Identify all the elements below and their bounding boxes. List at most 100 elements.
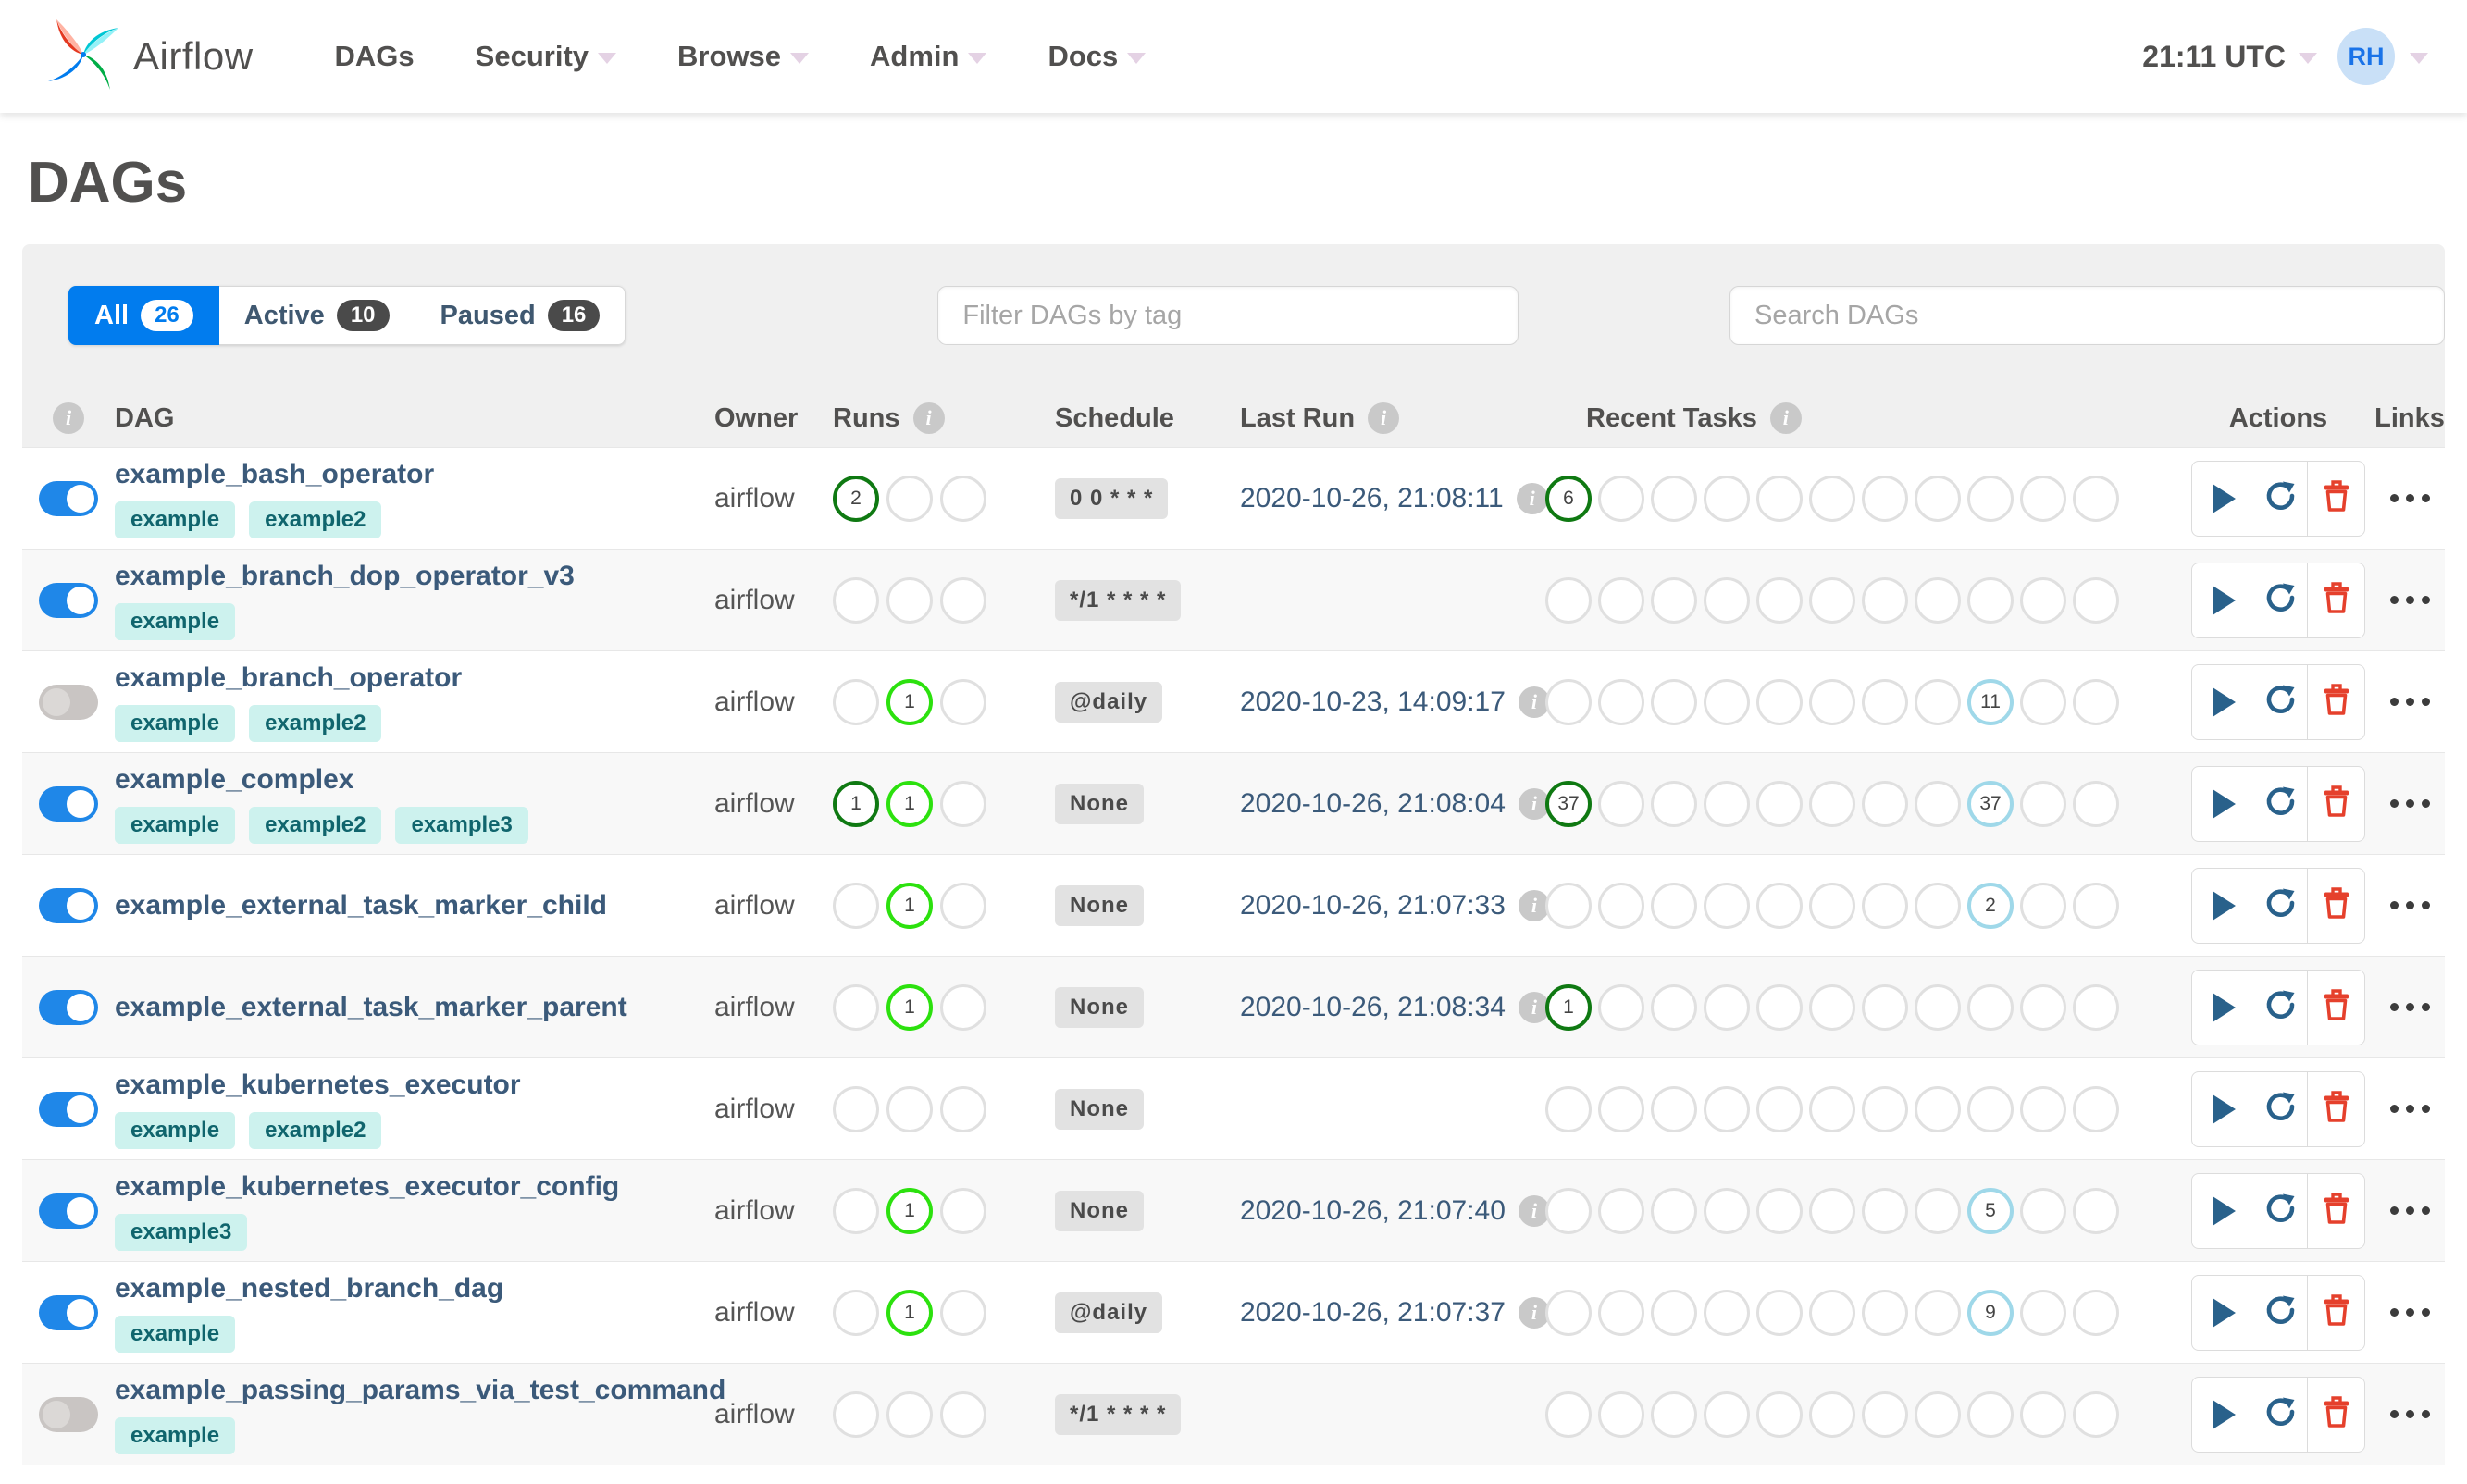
column-header-owner[interactable]: Owner [714,403,833,434]
run-circle-running[interactable]: 1 [886,1289,933,1336]
last-run-link[interactable]: 2020-10-26, 21:07:37 [1240,1297,1506,1329]
recent-task-circle-failed[interactable] [1651,1085,1697,1132]
column-header-dag[interactable]: DAG [115,403,714,434]
dag-tag[interactable]: example2 [249,1111,382,1149]
recent-task-circle-sensing[interactable] [2073,1391,2119,1438]
recent-task-circle-scheduled[interactable] [2020,882,2066,929]
recent-task-circle-scheduled[interactable] [2020,1187,2066,1234]
run-circle-failed[interactable] [940,882,986,929]
run-circle-failed[interactable] [940,983,986,1031]
recent-task-circle-scheduled[interactable] [2020,475,2066,522]
dag-tag[interactable]: example [115,704,236,742]
recent-task-circle-success[interactable] [1545,678,1592,725]
refresh-dag-button[interactable] [2250,868,2307,943]
recent-task-circle-sensing[interactable] [2073,780,2119,827]
refresh-dag-button[interactable] [2250,766,2307,841]
recent-task-circle-upstream_failed[interactable] [1704,576,1750,624]
dag-pause-toggle[interactable] [39,989,98,1025]
dag-pause-toggle[interactable] [39,1294,98,1330]
run-circle-failed[interactable] [940,1289,986,1336]
recent-task-circle-failed[interactable] [1651,475,1697,522]
recent-task-circle-sensing[interactable] [2073,576,2119,624]
delete-dag-button[interactable] [2307,1377,2364,1452]
recent-task-circle-none[interactable]: 5 [1967,1187,2014,1234]
dag-name-link[interactable]: example_complex [115,764,714,796]
clock-dropdown[interactable]: 21:11 UTC [2142,40,2317,74]
brand[interactable]: Airflow [48,16,254,98]
tag-filter-input[interactable] [937,286,1519,345]
schedule-badge[interactable]: */1 * * * * [1055,1393,1182,1435]
dag-name-link[interactable]: example_external_task_marker_parent [115,992,714,1023]
recent-task-circle-sensing[interactable] [2073,1085,2119,1132]
refresh-dag-button[interactable] [2250,461,2307,536]
recent-task-circle-skipped[interactable] [1756,475,1803,522]
recent-task-circle-up_for_reschedule[interactable] [1862,882,1908,929]
refresh-dag-button[interactable] [2250,664,2307,739]
dag-pause-toggle[interactable] [39,480,98,516]
recent-task-circle-queued[interactable] [1915,475,1961,522]
run-circle-running[interactable]: 1 [886,780,933,827]
dag-tag[interactable]: example [115,1416,236,1454]
recent-task-circle-none[interactable]: 2 [1967,882,2014,929]
links-menu-button[interactable] [2374,596,2445,604]
dag-tag[interactable]: example [115,1111,236,1149]
links-menu-button[interactable] [2374,494,2445,502]
dag-pause-toggle[interactable] [39,887,98,923]
dag-tag[interactable]: example [115,1315,236,1353]
last-run-link[interactable]: 2020-10-26, 21:08:04 [1240,788,1506,820]
recent-task-circle-scheduled[interactable] [2020,1289,2066,1336]
trigger-dag-button[interactable] [2192,1174,2250,1248]
run-circle-failed[interactable] [940,780,986,827]
column-header-schedule[interactable]: Schedule [1055,403,1240,434]
recent-task-circle-upstream_failed[interactable] [1704,475,1750,522]
dag-tag[interactable]: example [115,806,236,844]
run-circle-success[interactable] [833,1187,879,1234]
recent-task-circle-sensing[interactable] [2073,1289,2119,1336]
recent-task-circle-skipped[interactable] [1756,882,1803,929]
recent-task-circle-up_for_reschedule[interactable] [1862,475,1908,522]
user-menu[interactable]: RH [2337,28,2428,85]
run-circle-running[interactable]: 1 [886,678,933,725]
recent-task-circle-success[interactable] [1545,1187,1592,1234]
refresh-dag-button[interactable] [2250,1377,2307,1452]
recent-task-circle-success[interactable]: 37 [1545,780,1592,827]
run-circle-success[interactable] [833,983,879,1031]
run-circle-running[interactable] [886,1085,933,1132]
dag-pause-toggle[interactable] [39,1091,98,1127]
links-menu-button[interactable] [2374,698,2445,706]
recent-task-circle-queued[interactable] [1915,1289,1961,1336]
recent-task-circle-queued[interactable] [1915,576,1961,624]
recent-task-circle-upstream_failed[interactable] [1704,780,1750,827]
info-icon[interactable]: i [53,402,84,434]
recent-task-circle-none[interactable] [1967,1085,2014,1132]
recent-task-circle-up_for_retry[interactable] [1809,780,1855,827]
recent-task-circle-up_for_reschedule[interactable] [1862,983,1908,1031]
delete-dag-button[interactable] [2307,563,2364,637]
dag-name-link[interactable]: example_kubernetes_executor_config [115,1171,714,1203]
recent-task-circle-up_for_retry[interactable] [1809,1187,1855,1234]
refresh-dag-button[interactable] [2250,970,2307,1045]
recent-task-circle-success[interactable] [1545,1391,1592,1438]
recent-task-circle-scheduled[interactable] [2020,983,2066,1031]
nav-item-security[interactable]: Security [476,40,617,73]
recent-task-circle-none[interactable]: 11 [1967,678,2014,725]
dag-tag[interactable]: example [115,501,236,538]
dag-tag[interactable]: example3 [395,806,528,844]
run-circle-failed[interactable] [940,678,986,725]
schedule-badge[interactable]: None [1055,1088,1144,1130]
dag-pause-toggle[interactable] [39,582,98,618]
delete-dag-button[interactable] [2307,868,2364,943]
trigger-dag-button[interactable] [2192,1378,2250,1452]
recent-task-circle-skipped[interactable] [1756,983,1803,1031]
trigger-dag-button[interactable] [2192,767,2250,841]
links-menu-button[interactable] [2374,1003,2445,1011]
column-header-recent-tasks[interactable]: Recent Tasks i [1545,402,2182,434]
recent-task-circle-running[interactable] [1598,780,1644,827]
recent-task-circle-success[interactable] [1545,1085,1592,1132]
refresh-dag-button[interactable] [2250,563,2307,637]
trigger-dag-button[interactable] [2192,462,2250,536]
run-circle-running[interactable] [886,1391,933,1438]
recent-task-circle-none[interactable] [1967,475,2014,522]
recent-task-circle-scheduled[interactable] [2020,1391,2066,1438]
column-header-last-run[interactable]: Last Run i [1240,402,1545,434]
